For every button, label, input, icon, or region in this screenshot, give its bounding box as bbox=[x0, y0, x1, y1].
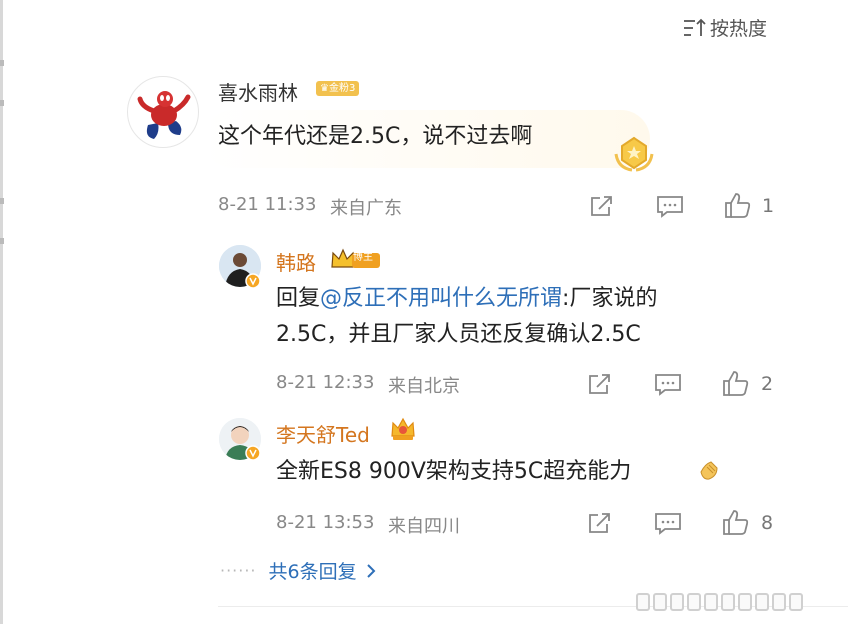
gold-medal-icon bbox=[614, 136, 654, 172]
sort-label: 按热度 bbox=[710, 18, 768, 40]
dots-separator: ······ bbox=[220, 561, 257, 580]
like-count: 2 bbox=[761, 373, 774, 395]
like-icon[interactable] bbox=[722, 508, 750, 536]
reply-date: 8-21 13:53 bbox=[276, 512, 375, 533]
share-icon[interactable] bbox=[587, 372, 613, 396]
spiderman-avatar-image bbox=[137, 91, 191, 139]
sort-icon bbox=[684, 18, 706, 36]
edge-mark bbox=[0, 100, 4, 106]
edge-mark bbox=[0, 60, 4, 66]
edge-mark bbox=[0, 238, 4, 244]
like-icon[interactable] bbox=[722, 369, 750, 397]
fan-badge: ♛金粉3 bbox=[316, 81, 360, 96]
clap-emoji-icon bbox=[700, 461, 718, 480]
watermark-block bbox=[687, 593, 701, 611]
chevron-right-icon bbox=[366, 563, 376, 578]
reply-text-line-2: 2.5C，并且厂家人员还反复确认2.5C bbox=[276, 322, 641, 347]
reply-text: :厂家说的 bbox=[562, 286, 658, 311]
verified-icon bbox=[245, 445, 261, 461]
reply-text-line-1: 回复@反正不用叫什么无所谓:厂家说的 bbox=[276, 280, 657, 318]
watermark-block bbox=[636, 593, 650, 611]
like-count: 1 bbox=[762, 195, 775, 217]
comment-location: 来自广东 bbox=[330, 198, 402, 219]
badge-label: 金粉3 bbox=[328, 83, 356, 94]
avatar[interactable] bbox=[127, 76, 199, 148]
watermark-block bbox=[721, 593, 735, 611]
blogger-badge-label: 博主 bbox=[353, 252, 373, 263]
reply-location: 来自四川 bbox=[388, 516, 460, 537]
crown-badge-icon bbox=[391, 417, 415, 440]
reply-text-content: 全新ES8 900V架构支持5C超充能力 bbox=[276, 459, 632, 484]
watermark-block bbox=[755, 593, 769, 611]
reply-date: 8-21 12:33 bbox=[276, 372, 375, 393]
username[interactable]: 喜水雨林 bbox=[218, 77, 298, 106]
comment-icon[interactable] bbox=[654, 511, 682, 535]
edge-mark bbox=[0, 198, 4, 204]
like-icon[interactable] bbox=[724, 191, 752, 219]
watermark-block bbox=[789, 593, 803, 611]
reply-username[interactable]: 韩路 bbox=[276, 247, 316, 276]
watermark-block bbox=[670, 593, 684, 611]
watermark bbox=[636, 593, 803, 611]
verified-icon bbox=[245, 273, 261, 289]
comment-icon[interactable] bbox=[654, 372, 682, 396]
watermark-block bbox=[704, 593, 718, 611]
like-count: 8 bbox=[761, 512, 774, 534]
sort-by-hot-button[interactable]: 按热度 bbox=[682, 14, 767, 41]
comment-icon[interactable] bbox=[656, 194, 684, 218]
watermark-block bbox=[653, 593, 667, 611]
reply-text: 全新ES8 900V架构支持5C超充能力 bbox=[276, 453, 631, 491]
left-panel-edge bbox=[0, 0, 3, 624]
comment-date: 8-21 11:33 bbox=[218, 194, 317, 215]
more-replies-label: 共6条回复 bbox=[268, 561, 357, 583]
reply-location: 来自北京 bbox=[388, 376, 460, 397]
share-icon[interactable] bbox=[589, 194, 615, 218]
mention-link[interactable]: @反正不用叫什么无所谓 bbox=[320, 286, 562, 311]
crown-icon: ♛ bbox=[320, 83, 329, 94]
reply-prefix: 回复 bbox=[276, 286, 321, 311]
comment-text: 这个年代还是2.5C，说不过去啊 bbox=[218, 124, 533, 149]
watermark-block bbox=[772, 593, 786, 611]
reply-username[interactable]: 李天舒Ted bbox=[276, 419, 370, 448]
share-icon[interactable] bbox=[587, 511, 613, 535]
view-more-replies-link[interactable]: ······ 共6条回复 bbox=[220, 557, 379, 584]
watermark-block bbox=[738, 593, 752, 611]
